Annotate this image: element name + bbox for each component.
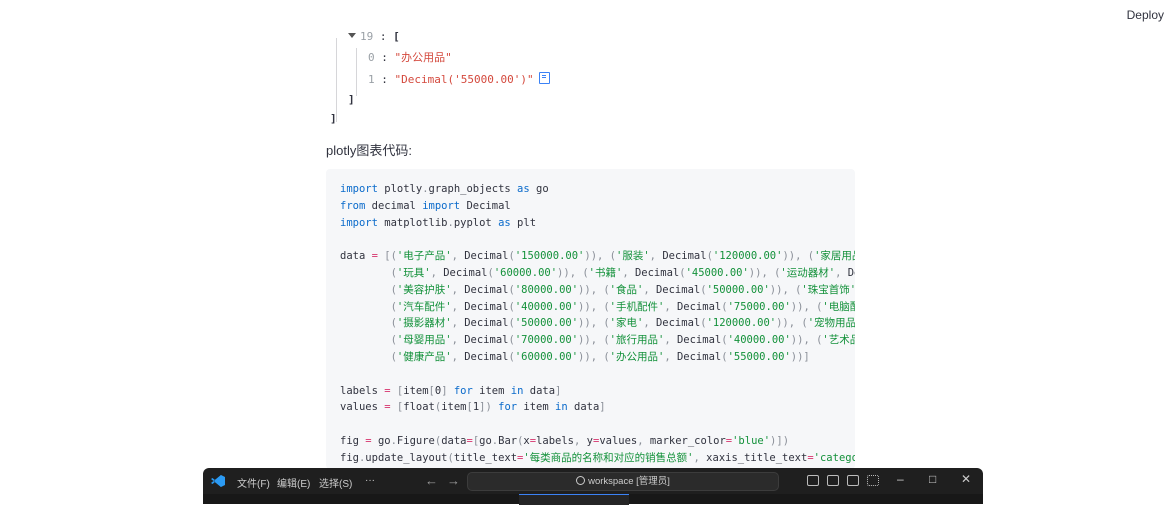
customize-layout-icon[interactable] — [867, 475, 879, 486]
toggle-secondary-sidebar-icon[interactable] — [847, 475, 859, 486]
code-line: data = [('电子产品', Decimal('150000.00')), … — [340, 250, 855, 263]
code-line: import plotly.graph_objects as go — [340, 183, 549, 195]
menu-edit[interactable]: 编辑(E) — [277, 475, 310, 490]
maximize-button[interactable]: □ — [929, 472, 936, 486]
back-button[interactable]: ← — [425, 473, 438, 488]
code-line: from decimal import Decimal — [340, 199, 511, 212]
code-line: values = [float(item[1]) for item in dat… — [340, 401, 606, 414]
code-line: ('母婴用品', Decimal('70000.00')), ('旅行用品', … — [390, 334, 855, 347]
json-node-19[interactable]: 19 : [ — [348, 30, 400, 44]
code-line: ('健康产品', Decimal('60000.00')), ('办公用品', … — [390, 350, 810, 363]
menu-select[interactable]: 选择(S) — [319, 475, 352, 490]
code-line: ('玩具', Decimal('60000.00')), ('书籍', Deci… — [390, 266, 855, 279]
json-guide-line — [336, 38, 337, 122]
code-line: labels = [item[0] for item in data] — [340, 384, 562, 397]
vscode-titlebar: 文件(F) 编辑(E) 选择(S) ··· ← → workspace [管理员… — [203, 468, 983, 505]
section-label: plotly图表代码: — [326, 143, 412, 158]
json-item-0: 0 : "办公用品" — [368, 51, 452, 64]
json-item-1: 1 : "Decimal('55000.00')" — [368, 72, 550, 87]
forward-button[interactable]: → — [447, 473, 460, 488]
search-icon — [576, 476, 586, 485]
code-line: ('美容护肤', Decimal('80000.00')), ('食品', De… — [390, 283, 855, 296]
code-line: ('摄影器材', Decimal('50000.00')), ('家电', De… — [390, 317, 855, 330]
caret-down-icon[interactable] — [348, 33, 356, 38]
code-line: fig.update_layout(title_text='每类商品的名称和对应… — [340, 451, 855, 464]
deploy-button[interactable]: Deploy — [1127, 8, 1164, 22]
toggle-panel-icon[interactable] — [827, 475, 839, 486]
json-guide-line-inner — [356, 48, 357, 96]
code-line: import matplotlib.pyplot as plt — [340, 216, 537, 229]
menu-file[interactable]: 文件(F) — [237, 475, 270, 490]
vscode-logo-icon[interactable] — [211, 475, 225, 487]
json-close-outer: ] — [330, 112, 337, 125]
command-center-search[interactable]: workspace [管理员] — [467, 472, 779, 491]
json-close-inner: ] — [348, 93, 355, 106]
code-block[interactable]: import plotly.graph_objects as go from d… — [326, 169, 855, 469]
close-button[interactable]: ✕ — [961, 472, 971, 486]
code-content: import plotly.graph_objects as go from d… — [326, 169, 855, 469]
copy-icon[interactable] — [538, 72, 550, 84]
code-line: fig = go.Figure(data=[go.Bar(x=labels, y… — [340, 434, 790, 447]
menu-more[interactable]: ··· — [365, 475, 375, 486]
code-line: ('汽车配件', Decimal('40000.00')), ('手机配件', … — [390, 300, 855, 313]
minimize-button[interactable]: – — [897, 472, 904, 486]
toggle-primary-sidebar-icon[interactable] — [807, 475, 819, 486]
editor-tab-active[interactable] — [519, 494, 629, 505]
